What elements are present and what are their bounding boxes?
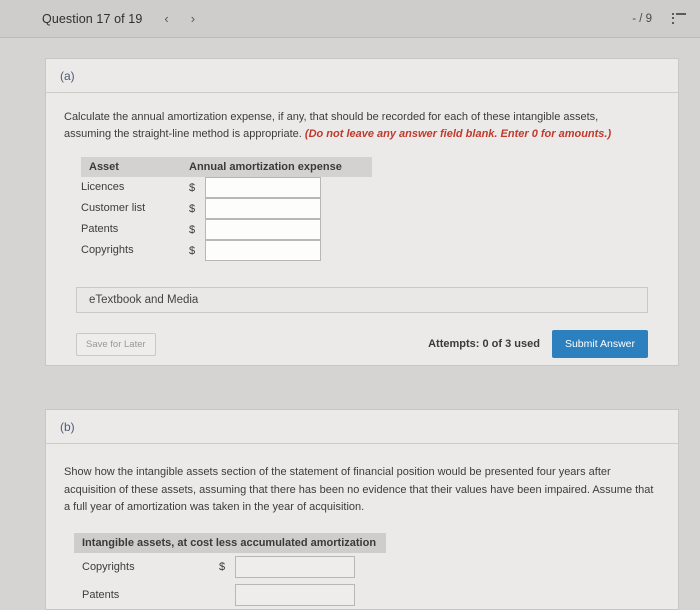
question-part-b-card: (b) Show how the intangible assets secti… [45,409,679,610]
table-row: Patents [74,581,386,609]
currency-symbol: $ [219,560,226,573]
part-a-body: Calculate the annual amortization expens… [46,93,678,365]
question-part-a-card: (a) Calculate the annual amortization ex… [45,58,679,367]
amount-input-patents[interactable] [205,219,321,241]
table-row: Customer list $ [81,198,372,220]
table-row: Patents $ [81,219,372,241]
table-header-row: Asset Annual amortization expense [81,157,372,178]
amount-cell [205,177,372,199]
part-a-action-row: Save for Later Attempts: 0 of 3 used Sub… [76,323,648,365]
amount-input-customer-list[interactable] [205,198,321,220]
amount-input-licences[interactable] [205,177,321,199]
asset-name-copyrights: Copyrights [81,243,134,256]
asset-name-copyrights-b: Copyrights [82,560,135,573]
save-for-later-button[interactable]: Save for Later [76,332,156,356]
list-icon[interactable] [672,13,686,24]
etextbook-and-media-bar[interactable]: eTextbook and Media [76,287,648,314]
question-topbar: Question 17 of 19 ‹ › - / 9 [0,0,700,38]
topbar-right-group: - / 9 [632,13,686,25]
submit-answer-button[interactable]: Submit Answer [551,330,648,359]
part-a-header: (a) [46,59,678,93]
currency-symbol: $ [189,244,196,257]
column-header-annual-amortization-expense: Annual amortization expense [189,157,372,178]
amount-input-patents-b[interactable] [235,583,355,606]
part-a-prompt: Calculate the annual amortization expens… [64,109,646,143]
score-display: - / 9 [632,12,652,25]
asset-name-patents: Patents [81,222,119,235]
amount-cell [205,240,372,262]
amount-cell [235,581,386,609]
asset-name-licences: Licences [81,180,125,193]
part-b-body: Show how the intangible assets section o… [46,444,678,609]
table-header-row: Intangible assets, at cost less accumula… [74,532,387,553]
column-header-asset: Asset [81,157,189,178]
part-a-label: (a) [60,68,75,83]
question-navigation: ‹ › [164,12,195,25]
intangible-assets-table: Intangible assets, at cost less accumula… [74,532,387,609]
attempts-status: Attempts: 0 of 3 used [428,338,540,351]
column-header-intangible-assets: Intangible assets, at cost less accumula… [74,532,387,553]
currency-symbol: $ [189,202,196,215]
currency-spacer [219,581,235,609]
asset-name-customer-list: Customer list [81,201,146,214]
part-b-header: (b) [46,410,678,444]
next-question-icon[interactable]: › [191,12,195,25]
amount-input-copyrights-b[interactable] [235,555,355,578]
amount-cell [235,553,386,581]
table-row: Licences $ [81,177,372,199]
amount-cell [205,198,372,220]
question-title: Question 17 of 19 [42,11,143,26]
amount-cell [205,219,372,241]
part-b-label: (b) [60,419,75,434]
part-b-prompt: Show how the intangible assets section o… [64,466,654,514]
part-a-prompt-emphasis: (Do not leave any answer field blank. En… [304,128,612,141]
amount-input-copyrights[interactable] [205,240,321,262]
previous-question-icon[interactable]: ‹ [164,12,168,25]
etextbook-and-media-label: eTextbook and Media [89,294,199,307]
asset-name-patents-b: Patents [82,588,120,601]
currency-symbol: $ [189,181,196,194]
amortization-table: Asset Annual amortization expense Licenc… [81,157,372,262]
currency-symbol: $ [189,223,196,236]
table-row: Copyrights $ [74,553,386,581]
table-row: Copyrights $ [81,240,372,262]
